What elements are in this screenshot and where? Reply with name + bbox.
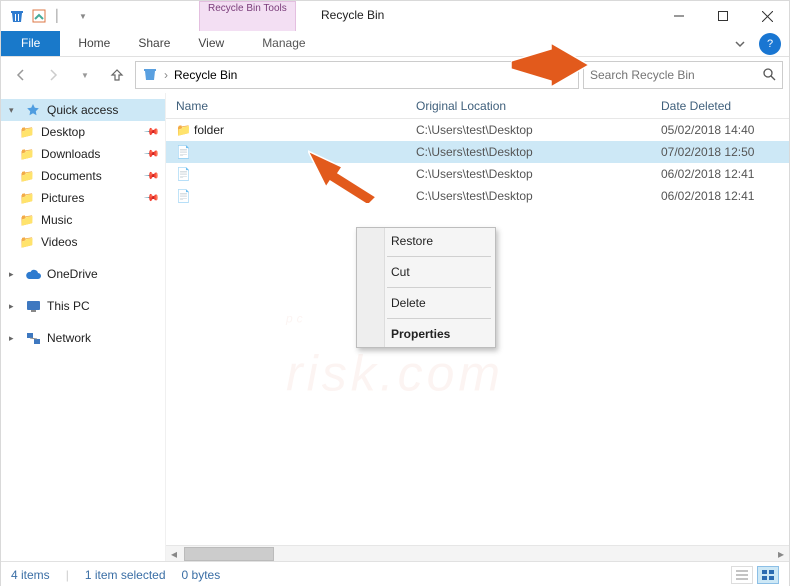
breadcrumb-separator-icon: › (164, 68, 168, 82)
context-cut[interactable]: Cut (357, 259, 495, 285)
context-menu: Restore Cut Delete Properties (356, 227, 496, 348)
file-tab[interactable]: File (1, 31, 60, 56)
chevron-right-icon: ▸ (9, 333, 19, 344)
sidebar-this-pc[interactable]: ▸This PC (1, 295, 165, 317)
cloud-icon (25, 266, 41, 282)
chevron-right-icon: ▸ (9, 301, 19, 312)
table-row[interactable]: 📁 folder C:\Users\test\Desktop 05/02/201… (166, 119, 789, 141)
search-input[interactable] (590, 68, 762, 82)
sidebar-quick-access-label: Quick access (47, 103, 118, 117)
sidebar-item-videos[interactable]: 📁Videos (1, 231, 165, 253)
folder-icon: 📁 (19, 190, 35, 206)
search-box[interactable] (583, 61, 783, 89)
home-tab[interactable]: Home (64, 31, 124, 56)
ribbon-contextual-tools: Recycle Bin Tools (199, 1, 296, 31)
table-row[interactable]: 📄 C:\Users\test\Desktop 06/02/2018 12:41 (166, 185, 789, 207)
column-name[interactable]: Name (176, 99, 416, 113)
ribbon-expand-icon[interactable] (725, 31, 755, 56)
sidebar-onedrive[interactable]: ▸OneDrive (1, 263, 165, 285)
sidebar-network[interactable]: ▸Network (1, 327, 165, 349)
title-bar: ▏ ▼ Recycle Bin Tools Recycle Bin (1, 1, 789, 31)
recent-dropdown-icon[interactable]: ▼ (71, 61, 99, 89)
file-icon: 📄 (176, 167, 194, 181)
address-bar-row: ▼ › Recycle Bin (1, 57, 789, 93)
pin-icon: 📌 (142, 168, 159, 185)
chevron-right-icon: ▸ (9, 269, 19, 280)
column-headers[interactable]: Name Original Location Date Deleted (166, 93, 789, 119)
properties-icon[interactable] (31, 8, 47, 24)
manage-tab[interactable]: Manage (248, 31, 319, 56)
search-icon[interactable] (762, 67, 776, 84)
annotation-arrow-search (511, 43, 591, 93)
status-bar: 4 items | 1 item selected 0 bytes (1, 561, 789, 587)
folder-icon: 📁 (19, 168, 35, 184)
file-icon: 📄 (176, 145, 194, 159)
folder-icon: 📁 (19, 146, 35, 162)
close-button[interactable] (745, 1, 789, 31)
annotation-arrow-restore (308, 147, 378, 203)
back-button[interactable] (7, 61, 35, 89)
sidebar-item-desktop[interactable]: 📁Desktop📌 (1, 121, 165, 143)
scroll-right-icon[interactable]: ▸ (773, 546, 789, 562)
breadcrumb-location[interactable]: Recycle Bin (174, 68, 237, 82)
up-button[interactable] (103, 61, 131, 89)
pin-icon: 📌 (142, 146, 159, 163)
forward-button[interactable] (39, 61, 67, 89)
folder-icon: 📁 (176, 123, 194, 137)
status-size: 0 bytes (182, 568, 221, 582)
ribbon-tabs: File Home Share View Manage ? (1, 31, 789, 57)
context-restore[interactable]: Restore (357, 228, 495, 254)
file-rows: 📁 folder C:\Users\test\Desktop 05/02/201… (166, 119, 789, 207)
horizontal-scrollbar[interactable]: ◂ ▸ (166, 545, 789, 561)
status-item-count: 4 items (11, 568, 50, 582)
maximize-button[interactable] (701, 1, 745, 31)
quick-access-toolbar: ▏ ▼ (1, 8, 91, 24)
sidebar-item-pictures[interactable]: 📁Pictures📌 (1, 187, 165, 209)
minimize-button[interactable] (657, 1, 701, 31)
qat-separator-icon: ▏ (53, 8, 69, 24)
column-date[interactable]: Date Deleted (661, 99, 789, 113)
scroll-left-icon[interactable]: ◂ (166, 546, 182, 562)
status-selected: 1 item selected (85, 568, 166, 582)
column-location[interactable]: Original Location (416, 99, 661, 113)
context-delete[interactable]: Delete (357, 290, 495, 316)
window-title: Recycle Bin (321, 8, 384, 22)
star-icon (25, 102, 41, 118)
main-area: ▾ Quick access 📁Desktop📌 📁Downloads📌 📁Do… (1, 93, 789, 561)
ribbon-tools-label: Recycle Bin Tools (200, 2, 295, 14)
qat-dropdown-icon[interactable]: ▼ (75, 8, 91, 24)
scroll-thumb[interactable] (184, 547, 274, 561)
table-row[interactable]: 📄 C:\Users\test\Desktop 06/02/2018 12:41 (166, 163, 789, 185)
context-properties[interactable]: Properties (357, 321, 495, 347)
view-large-icons-button[interactable] (757, 566, 779, 584)
folder-icon: 📁 (19, 124, 35, 140)
file-icon: 📄 (176, 189, 194, 203)
table-row[interactable]: 📄 C:\Users\test\Desktop 07/02/2018 12:50 (166, 141, 789, 163)
sidebar-item-documents[interactable]: 📁Documents📌 (1, 165, 165, 187)
sidebar-quick-access[interactable]: ▾ Quick access (1, 99, 165, 121)
sidebar-item-music[interactable]: 📁Music (1, 209, 165, 231)
help-button[interactable]: ? (759, 33, 781, 55)
computer-icon (25, 298, 41, 314)
pin-icon: 📌 (142, 190, 159, 207)
recycle-bin-icon (9, 8, 25, 24)
window-controls (657, 1, 789, 31)
navigation-pane: ▾ Quick access 📁Desktop📌 📁Downloads📌 📁Do… (1, 93, 166, 561)
network-icon (25, 330, 41, 346)
view-tab[interactable]: View (184, 31, 238, 56)
pin-icon: 📌 (142, 124, 159, 141)
sidebar-item-downloads[interactable]: 📁Downloads📌 (1, 143, 165, 165)
share-tab[interactable]: Share (124, 31, 184, 56)
recycle-bin-small-icon (142, 66, 158, 85)
folder-icon: 📁 (19, 234, 35, 250)
file-list-area: Name Original Location Date Deleted 📁 fo… (166, 93, 789, 561)
chevron-down-icon: ▾ (9, 105, 19, 116)
view-details-button[interactable] (731, 566, 753, 584)
folder-icon: 📁 (19, 212, 35, 228)
